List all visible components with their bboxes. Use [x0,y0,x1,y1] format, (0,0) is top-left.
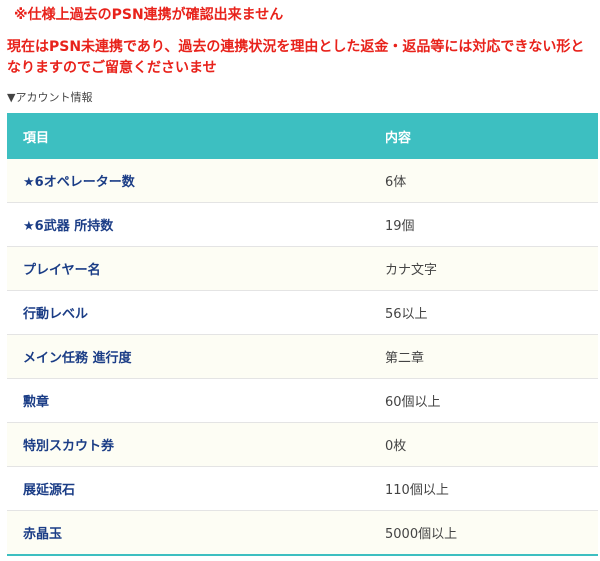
row-item-value: 第二章 [365,334,598,379]
row-item-label: 特別スカウト券 [7,422,365,467]
row-item-value: 6体 [365,159,598,203]
row-item-value: 19個 [365,202,598,247]
table-header-row: 項目 内容 [7,113,598,159]
row-item-label: 勲章 [7,378,365,423]
account-info-section-label: ▼アカウント情報 [7,91,93,104]
row-item-label: 赤晶玉 [7,510,365,556]
table-row: 展延源石 110個以上 [7,466,598,511]
row-item-label: ★6武器 所持数 [7,202,365,247]
row-item-value: 5000個以上 [365,510,598,556]
header-content: 内容 [365,113,598,159]
row-item-value: 0枚 [365,422,598,467]
row-item-label: ★6オペレーター数 [7,159,365,203]
refund-policy-notice: 現在はPSN未連携であり、過去の連携状況を理由とした返金・返品等には対応できない… [7,39,585,76]
row-item-value: 60個以上 [365,378,598,423]
row-item-value: カナ文字 [365,246,598,291]
table-row: メイン任務 進行度 第二章 [7,334,598,379]
table-row: プレイヤー名 カナ文字 [7,246,598,291]
table-row: 赤晶玉 5000個以上 [7,510,598,556]
account-info-table: 項目 内容 ★6オペレーター数 6体 ★6武器 所持数 19個 プレイヤー名 カ… [7,113,598,556]
psn-warning-notice: ※仕様上過去のPSN連携が確認出来ません [14,7,284,23]
row-item-label: プレイヤー名 [7,246,365,291]
row-item-value: 56以上 [365,290,598,335]
table-row: 特別スカウト券 0枚 [7,422,598,467]
row-item-label: メイン任務 進行度 [7,334,365,379]
row-item-label: 行動レベル [7,290,365,335]
header-item: 項目 [7,113,365,159]
row-item-label: 展延源石 [7,466,365,511]
table-row: ★6武器 所持数 19個 [7,202,598,247]
table-row: 行動レベル 56以上 [7,290,598,335]
row-item-value: 110個以上 [365,466,598,511]
table-row: ★6オペレーター数 6体 [7,159,598,203]
table-row: 勲章 60個以上 [7,378,598,423]
